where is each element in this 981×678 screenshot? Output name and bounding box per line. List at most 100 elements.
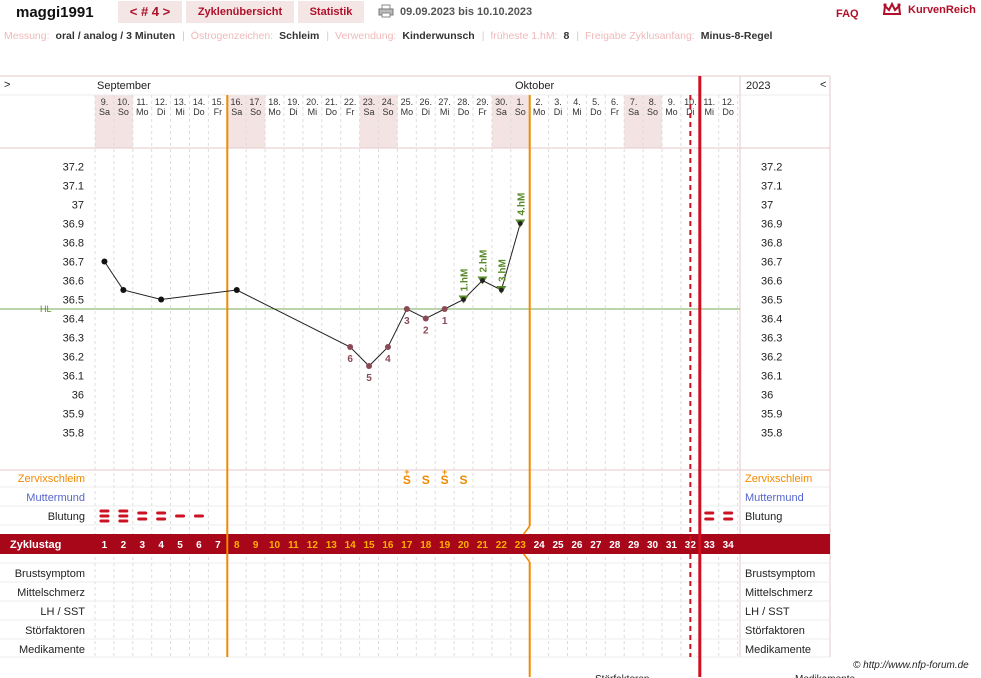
month-label-oktober: Oktober bbox=[515, 80, 554, 92]
day-weekday-label: Do bbox=[325, 107, 337, 117]
hl-label: HL bbox=[40, 304, 52, 314]
day-date-label: 19. bbox=[287, 97, 300, 107]
day-weekday-label: Di bbox=[554, 107, 563, 117]
y-tick-left: 36 bbox=[72, 390, 84, 402]
day-weekday-label: So bbox=[647, 107, 658, 117]
day-weekday-label: Mi bbox=[175, 107, 185, 117]
cycle-day-number: 18 bbox=[420, 540, 432, 551]
year-label: 2023 bbox=[746, 80, 770, 92]
day-date-label: 4. bbox=[573, 97, 581, 107]
day-date-label: 20. bbox=[306, 97, 319, 107]
temp-point bbox=[461, 297, 466, 302]
bleeding-mark bbox=[175, 514, 186, 518]
day-date-label: 26. bbox=[419, 97, 432, 107]
row-label-brust-right: Brustsymptom bbox=[745, 568, 815, 580]
day-date-label: 7. bbox=[630, 97, 638, 107]
row-label-lh: LH / SST bbox=[40, 606, 85, 618]
fertile-end-slant-bottom bbox=[523, 553, 531, 563]
row-label-mittel-right: Mittelschmerz bbox=[745, 587, 813, 599]
cycle-day-number: 15 bbox=[363, 540, 375, 551]
day-weekday-label: Mo bbox=[665, 107, 678, 117]
day-date-label: 22. bbox=[344, 97, 357, 107]
day-weekday-label: Do bbox=[722, 107, 734, 117]
day-weekday-label: Fr bbox=[346, 107, 355, 117]
day-weekday-label: Sa bbox=[231, 107, 242, 117]
temp-point bbox=[233, 287, 240, 293]
cycle-day-number: 11 bbox=[288, 540, 299, 551]
temp-point bbox=[517, 221, 523, 226]
y-tick-right: 36.7 bbox=[761, 257, 782, 269]
day-weekday-label: So bbox=[515, 107, 526, 117]
day-date-label: 29. bbox=[476, 97, 489, 107]
y-tick-right: 36.4 bbox=[761, 314, 782, 326]
cycle-day-number: 16 bbox=[382, 540, 394, 551]
day-date-label: 30. bbox=[495, 97, 508, 107]
day-weekday-label: Mi bbox=[572, 107, 582, 117]
cycle-day-number: 19 bbox=[439, 540, 451, 551]
day-date-label: 1. bbox=[516, 97, 524, 107]
copyright: © http://www.nfp-forum.de bbox=[853, 660, 969, 671]
row-label-stoer-right: Störfaktoren bbox=[745, 625, 805, 637]
y-tick-left: 37 bbox=[72, 200, 84, 212]
day-date-label: 28. bbox=[457, 97, 470, 107]
cycle-day-number: 12 bbox=[307, 540, 319, 551]
day-weekday-label: Sa bbox=[628, 107, 639, 117]
temp-point-low bbox=[441, 306, 448, 312]
cycle-row-label: Zyklustag bbox=[10, 539, 61, 551]
cycle-day-number: 8 bbox=[234, 540, 240, 551]
day-date-label: 15. bbox=[212, 97, 225, 107]
row-label-medi: Medikamente bbox=[19, 644, 85, 656]
day-date-label: 27. bbox=[438, 97, 451, 107]
hm-label: 1.hM bbox=[460, 269, 471, 292]
row-label-medi-right: Medikamente bbox=[745, 644, 811, 656]
bleeding-mark bbox=[156, 511, 167, 515]
y-tick-right: 36 bbox=[761, 390, 773, 402]
day-weekday-label: Mi bbox=[308, 107, 318, 117]
y-tick-right: 36.5 bbox=[761, 295, 782, 307]
row-label-blutung-right: Blutung bbox=[745, 511, 782, 523]
day-date-label: 14. bbox=[193, 97, 206, 107]
day-date-label: 13. bbox=[174, 97, 187, 107]
cycle-day-number: 14 bbox=[345, 540, 357, 551]
y-tick-right: 36.9 bbox=[761, 219, 782, 231]
low-count-label: 6 bbox=[347, 354, 353, 365]
cycle-day-number: 25 bbox=[552, 540, 564, 551]
y-tick-right: 36.8 bbox=[761, 238, 782, 250]
day-weekday-label: Mo bbox=[268, 107, 281, 117]
cycle-day-number: 4 bbox=[158, 540, 164, 551]
bleeding-mark bbox=[118, 519, 129, 523]
bleeding-mark bbox=[704, 517, 715, 521]
y-tick-right: 35.9 bbox=[761, 409, 782, 421]
day-date-label: 16. bbox=[230, 97, 243, 107]
hm-label: 2.hM bbox=[478, 250, 489, 273]
day-weekday-label: Sa bbox=[364, 107, 375, 117]
temp-point-low bbox=[422, 315, 429, 322]
day-date-label: 9. bbox=[101, 97, 109, 107]
row-label-muttermund: Muttermund bbox=[26, 492, 85, 504]
temp-point bbox=[101, 258, 108, 265]
day-date-label: 12. bbox=[722, 97, 735, 107]
temp-point-low bbox=[403, 306, 410, 312]
cycle-day-number: 27 bbox=[590, 540, 602, 551]
low-count-label: 3 bbox=[404, 316, 410, 327]
y-tick-left: 36.4 bbox=[63, 314, 84, 326]
nav-left-arrow: > bbox=[4, 79, 10, 91]
day-weekday-label: Fr bbox=[611, 107, 620, 117]
cycle-day-number: 2 bbox=[121, 540, 127, 551]
y-tick-left: 36.1 bbox=[63, 371, 84, 383]
bleeding-mark bbox=[99, 519, 110, 523]
low-count-label: 1 bbox=[442, 316, 448, 327]
cycle-day-number: 23 bbox=[515, 540, 527, 551]
y-tick-right: 36.1 bbox=[761, 371, 782, 383]
y-tick-left: 35.8 bbox=[63, 428, 84, 440]
y-tick-left: 37.2 bbox=[63, 162, 84, 174]
day-weekday-label: Sa bbox=[496, 107, 507, 117]
cycle-day-number: 20 bbox=[458, 540, 470, 551]
day-weekday-label: So bbox=[118, 107, 129, 117]
bleeding-mark bbox=[118, 509, 129, 513]
y-tick-left: 36.8 bbox=[63, 238, 84, 250]
day-date-label: 3. bbox=[554, 97, 562, 107]
day-weekday-label: Mi bbox=[705, 107, 715, 117]
mucus-plus: + bbox=[404, 467, 409, 477]
day-date-label: 17. bbox=[249, 97, 262, 107]
